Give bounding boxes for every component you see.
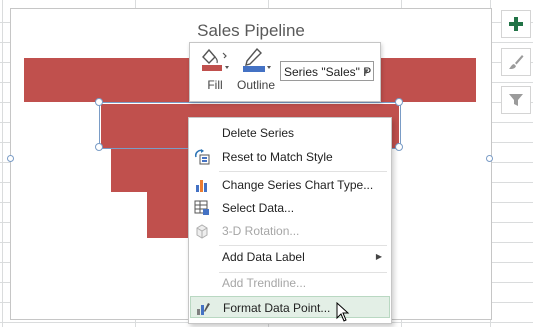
menu-item-3d-rotation: 3-D Rotation... [190,220,390,242]
context-menu: Delete Series Reset to Match Style Chang… [188,117,392,324]
chart-resize-handle[interactable] [7,155,14,162]
menu-item-label: Add Trendline... [222,276,307,290]
mini-toolbar: Fill Outline Series "Sales" P ▼ [189,42,381,102]
menu-item-label: Add Data Label [222,250,305,264]
outline-button[interactable]: Outline [236,47,276,92]
fill-label: Fill [207,78,223,92]
outline-label: Outline [236,78,276,92]
menu-item-delete-series[interactable]: Delete Series [190,122,390,144]
selection-handle[interactable] [95,98,103,106]
selection-handle[interactable] [395,98,403,106]
filter-icon [509,94,523,106]
menu-item-reset-style[interactable]: Reset to Match Style [190,146,390,168]
menu-separator [219,171,387,172]
paint-bucket-icon [202,48,229,71]
menu-item-change-chart-type[interactable]: Change Series Chart Type... [190,174,390,196]
selection-handle[interactable] [395,143,403,151]
pen-icon [243,47,271,72]
chart-type-icon [196,180,207,192]
menu-item-add-trendline: Add Trendline... [190,272,390,294]
selection-handle[interactable] [95,143,103,151]
menu-item-select-data[interactable]: Select Data... [190,197,390,219]
plus-icon [509,17,523,31]
submenu-arrow-icon: ▶ [375,252,382,261]
format-data-point-icon [197,303,210,315]
menu-item-label: Change Series Chart Type... [222,178,374,192]
menu-item-label: Format Data Point... [223,301,331,315]
menu-item-label: Delete Series [222,126,295,140]
funnel-bar-3[interactable] [111,148,191,192]
series-dropdown-value: Series "Sales" P [284,65,372,79]
chart-resize-handle[interactable] [486,155,493,162]
brush-icon [509,55,524,69]
fill-button[interactable]: Fill [196,47,234,92]
reset-style-icon [195,149,210,165]
chart-title[interactable]: Sales Pipeline [11,21,491,41]
funnel-bar-4[interactable] [147,192,191,238]
chevron-down-icon: ▼ [362,67,370,76]
chart-filters-button[interactable] [501,86,531,114]
menu-item-label: 3-D Rotation... [222,224,300,238]
chart-styles-button[interactable] [501,48,531,76]
rotation-3d-icon [196,224,208,239]
mouse-cursor-icon [336,302,350,322]
menu-item-label: Reset to Match Style [222,150,333,164]
menu-item-label: Select Data... [222,201,295,215]
select-data-icon [194,200,209,215]
menu-item-format-data-point[interactable]: Format Data Point... [190,296,390,318]
menu-item-add-data-label[interactable]: Add Data Label ▶ [190,246,390,268]
chart-elements-button[interactable] [501,10,531,38]
series-dropdown[interactable]: Series "Sales" P ▼ [280,61,374,81]
